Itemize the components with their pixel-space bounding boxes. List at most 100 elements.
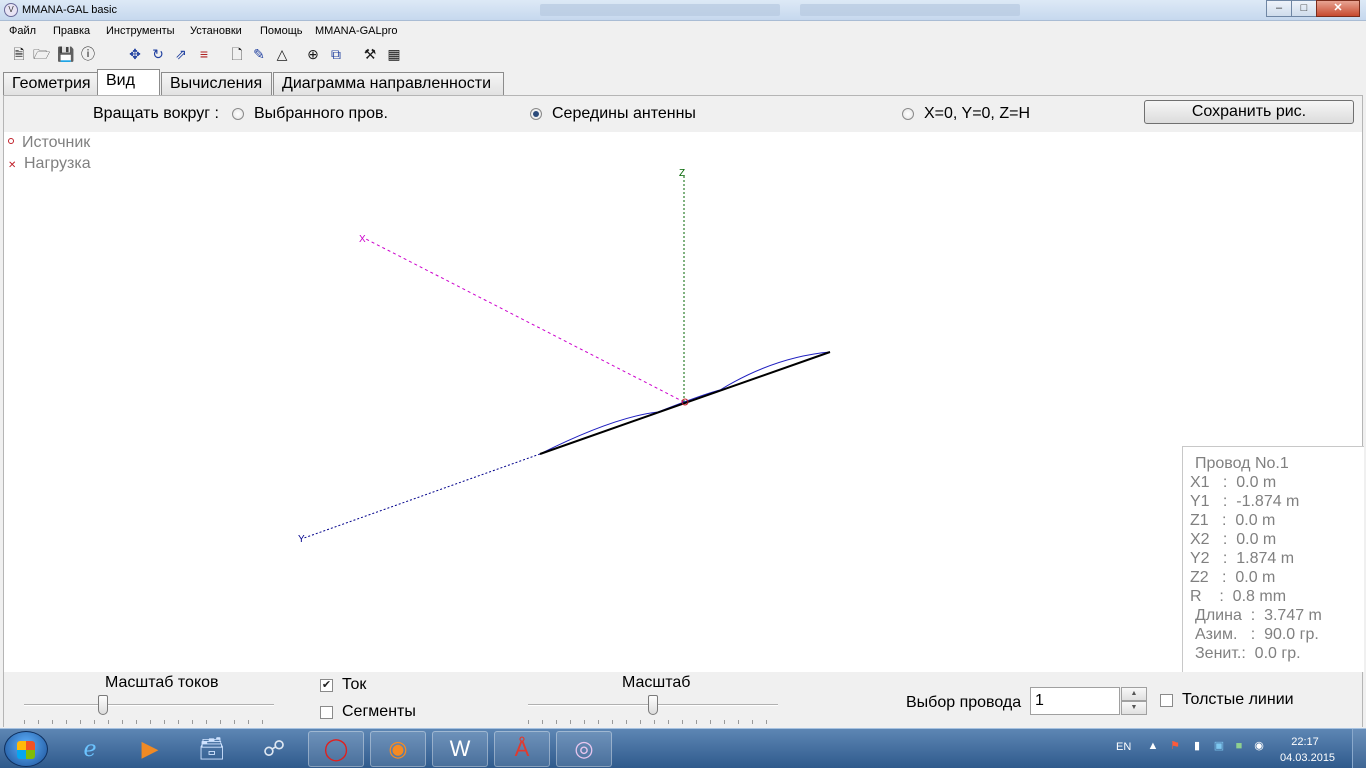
tab-radiation-pattern[interactable]: Диаграмма направленности — [273, 72, 504, 95]
radio-origin-label[interactable]: X=0, Y=0, Z=H — [924, 105, 1030, 123]
language-indicator[interactable]: EN — [1116, 741, 1131, 753]
wire-info-x1: X1 : 0.0 m — [1190, 474, 1277, 491]
y-axis-line — [303, 453, 541, 539]
target-icon[interactable]: ⊕ — [305, 46, 321, 62]
page-icon[interactable]: 🗋 — [229, 46, 245, 62]
radio-antenna-center[interactable] — [530, 108, 542, 120]
tray-app-icon[interactable]: ■ — [1232, 739, 1246, 753]
windows-logo-icon — [17, 741, 35, 759]
wire-info-azimuth: Азим. : 90.0 гр. — [1195, 626, 1319, 643]
tray-volume-icon[interactable]: ◉ — [1252, 739, 1266, 753]
rotate-icon[interactable]: ↻ — [150, 46, 166, 62]
clock-date: 04.03.2015 — [1280, 752, 1336, 764]
tools-icon[interactable]: ⚒ — [362, 46, 378, 62]
tray-network-icon[interactable]: ▣ — [1212, 739, 1226, 753]
antenna-3d-view: X Z Y — [298, 168, 831, 545]
tray-flag-icon[interactable]: ⚑ — [1168, 739, 1182, 753]
segments-checkbox[interactable] — [320, 706, 333, 719]
menu-tools[interactable]: Инструменты — [106, 25, 175, 37]
wire-info-zenith: Зенит.: 0.0 гр. — [1195, 645, 1301, 662]
menu-help[interactable]: Помощь — [260, 25, 303, 37]
wire-split-icon[interactable]: ≡ — [196, 46, 212, 62]
blurred-title-region — [540, 4, 780, 16]
maximize-button[interactable]: □ — [1291, 0, 1317, 17]
wire-info-box: Провод No.1 X1 : 0.0 m Y1 : -1.874 m Z1 … — [1182, 446, 1364, 672]
z-axis-label: Z — [679, 168, 685, 179]
tab-view[interactable]: Вид — [97, 69, 160, 96]
toolbar: 🗎 🗁 💾 ⓘ ✥ ↻ ⇗ ≡ 🗋 ✎ △ ⊕ ⧉ ⚒ ▦ — [0, 43, 1366, 67]
files-icon[interactable]: 🗃 — [184, 731, 240, 767]
y-axis-label: Y — [298, 534, 305, 545]
radio-antenna-center-label[interactable]: Середины антенны — [552, 105, 696, 123]
wire-select-label: Выбор провода — [906, 694, 1022, 711]
copy-icon[interactable]: ⧉ — [328, 46, 344, 62]
radio-selected-wire-label[interactable]: Выбранного пров. — [254, 105, 388, 123]
tab-calculations[interactable]: Вычисления — [161, 72, 272, 95]
firefox-icon[interactable]: ◉ — [370, 731, 426, 767]
save-icon[interactable]: 💾 — [57, 46, 74, 62]
tray-arrow-icon[interactable]: ▲ — [1146, 739, 1160, 753]
menu-bar: Файл Правка Инструменты Установки Помощь… — [0, 21, 1366, 41]
show-desktop-button[interactable] — [1352, 729, 1366, 768]
scale-slider[interactable] — [528, 694, 778, 724]
view-panel: Вращать вокруг : Выбранного пров. Середи… — [3, 95, 1364, 728]
tray-usb-icon[interactable]: ▮ — [1190, 739, 1204, 753]
rotate-label: Вращать вокруг : — [93, 105, 219, 122]
close-button[interactable]: ✕ — [1316, 0, 1360, 17]
triangle-icon[interactable]: △ — [274, 46, 290, 62]
antenna-wire[interactable] — [539, 351, 831, 455]
stretch-icon[interactable]: ⇗ — [173, 46, 189, 62]
wire-info-title: Провод No.1 — [1195, 455, 1289, 472]
save-picture-button[interactable]: Сохранить рис. — [1144, 100, 1354, 124]
taskbar: ℯ ▶ 🗃 ☍ ◯ ◉ W Å ◎ EN ▲ ⚑ ▮ ▣ ■ ◉ 22:17 0… — [0, 728, 1366, 768]
blurred-title-region — [800, 4, 1020, 16]
scale-slider-thumb[interactable] — [648, 695, 658, 715]
move-icon[interactable]: ✥ — [127, 46, 143, 62]
acrobat-icon[interactable]: Å — [494, 731, 550, 767]
clock-time: 22:17 — [1291, 736, 1319, 748]
rotate-options-row: Вращать вокруг : Выбранного пров. Середи… — [4, 96, 1362, 132]
current-scale-slider-thumb[interactable] — [98, 695, 108, 715]
wire-info-radius: R : 0.8 mm — [1190, 588, 1287, 605]
current-checkbox[interactable]: ✔ — [320, 679, 333, 692]
internet-explorer-icon[interactable]: ℯ — [62, 731, 118, 767]
thick-lines-label[interactable]: Толстые линии — [1182, 691, 1294, 709]
info-icon[interactable]: ⓘ — [80, 46, 96, 62]
media-player-icon[interactable]: ▶ — [122, 731, 178, 767]
start-button[interactable] — [4, 731, 48, 767]
current-scale-slider[interactable] — [24, 694, 274, 724]
pencil-icon[interactable]: ✎ — [251, 46, 267, 62]
radio-origin[interactable] — [902, 108, 914, 120]
mmana-icon[interactable]: ◎ — [556, 731, 612, 767]
minimize-button[interactable]: – — [1266, 0, 1292, 17]
new-file-icon[interactable]: 🗎 — [11, 46, 27, 62]
wire-info-z1: Z1 : 0.0 m — [1190, 512, 1276, 529]
wire-info-y1: Y1 : -1.874 m — [1190, 493, 1300, 510]
current-checkbox-label[interactable]: Ток — [342, 676, 366, 694]
menu-pro[interactable]: MMANA-GALpro — [315, 25, 398, 37]
thick-lines-checkbox[interactable] — [1160, 694, 1173, 707]
current-scale-label: Масштаб токов — [105, 674, 219, 691]
spin-down-icon[interactable]: ▼ — [1121, 701, 1147, 715]
clock[interactable]: 22:17 04.03.2015 — [1280, 734, 1336, 766]
antenna-view-canvas[interactable]: Источник ✕ Нагрузка X Z Y Провод No.1 X1 … — [4, 132, 1364, 672]
wire-select-input[interactable] — [1030, 687, 1120, 715]
scale-label: Масштаб — [622, 674, 691, 691]
word-icon[interactable]: W — [432, 731, 488, 767]
spin-up-icon[interactable]: ▲ — [1121, 687, 1147, 701]
tab-geometry[interactable]: Геометрия — [3, 72, 98, 95]
title-bar: V MMANA-GAL basic – □ ✕ — [0, 0, 1366, 21]
segments-checkbox-label[interactable]: Сегменты — [342, 703, 416, 721]
x-axis-line — [363, 237, 685, 403]
menu-edit[interactable]: Правка — [53, 25, 90, 37]
network-icon[interactable]: ☍ — [246, 731, 302, 767]
wire-info-y2: Y2 : 1.874 m — [1190, 550, 1295, 567]
x-axis-label: X — [359, 234, 366, 245]
menu-file[interactable]: Файл — [9, 25, 36, 37]
calculator-icon[interactable]: ▦ — [386, 46, 402, 62]
menu-settings[interactable]: Установки — [190, 25, 242, 37]
open-folder-icon[interactable]: 🗁 — [33, 46, 50, 62]
bottom-controls: Масштаб токов ✔ Ток Сегменты Масштаб Выб… — [4, 672, 1362, 728]
radio-selected-wire[interactable] — [232, 108, 244, 120]
opera-icon[interactable]: ◯ — [308, 731, 364, 767]
